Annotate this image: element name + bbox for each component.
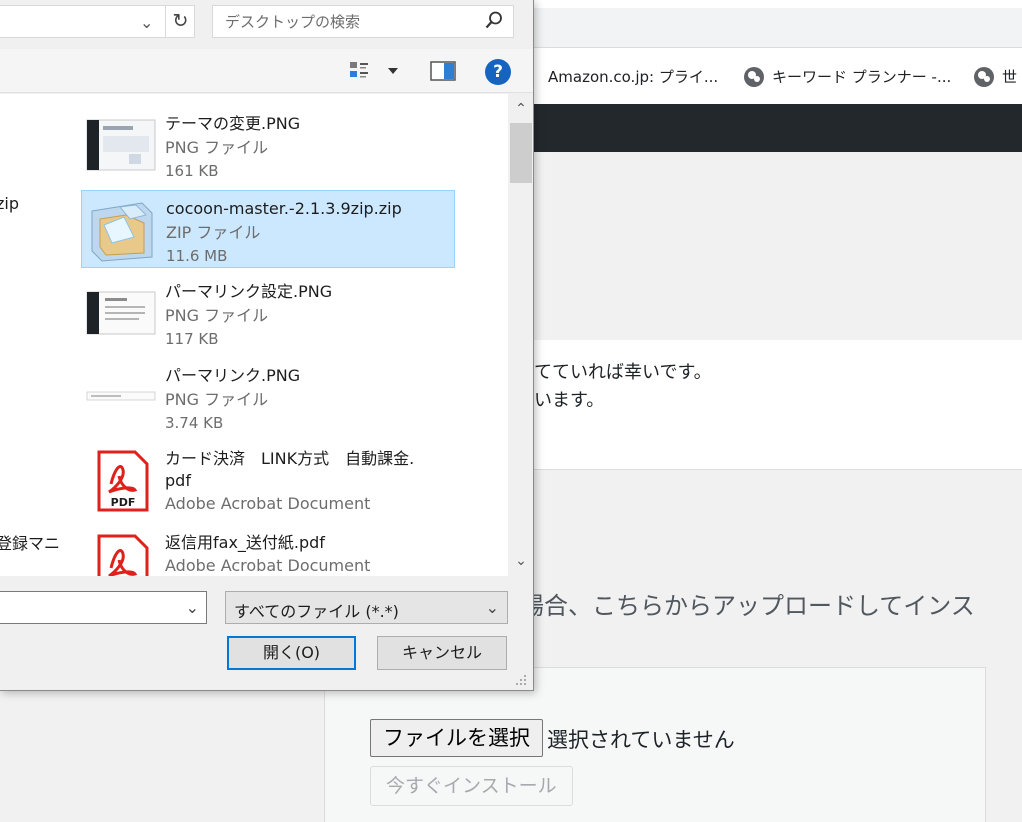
bookmark-label: キーワード プランナー -... [772, 68, 952, 86]
globe-icon [744, 66, 764, 87]
file-name-continued: pdf [165, 471, 191, 490]
resize-grip-icon[interactable] [514, 673, 528, 687]
file-item[interactable]: テーマの変更.PNG PNG ファイル 161 KB [81, 106, 455, 184]
file-item[interactable]: PDF カード決済 LINK方式 自動課金. pdf Adobe Acrobat… [81, 442, 455, 520]
choose-file-button[interactable]: ファイルを選択 [370, 719, 543, 757]
file-name: パーマリンク設定.PNG [165, 282, 333, 301]
refresh-icon[interactable]: ↻ [165, 6, 195, 37]
file-name: テーマの変更.PNG [165, 114, 301, 133]
file-item[interactable]: 返信用fax_送付紙.pdf Adobe Acrobat Document [81, 526, 455, 576]
pdf-icon [97, 534, 149, 576]
chevron-down-icon[interactable]: ⌄ [508, 548, 533, 574]
file-list-scrollbar[interactable]: ⌃ ⌄ [508, 94, 533, 576]
bookmark-amazon[interactable]: Amazon.co.jp: プライ... [548, 66, 718, 87]
wp-admin-bar [534, 104, 1022, 152]
file-name: カード決済 LINK方式 自動課金. [165, 449, 415, 468]
file-type: Adobe Acrobat Document [165, 556, 371, 575]
left-column-text[interactable]: 登録マニ [0, 530, 60, 554]
file-size: 11.6 MB [166, 247, 228, 265]
file-type: PNG ファイル [165, 390, 269, 409]
install-now-button[interactable]: 今すぐインストール [370, 766, 573, 806]
filename-combobox[interactable]: ⌄ [0, 591, 207, 624]
globe-icon [974, 66, 994, 87]
chevron-up-icon[interactable]: ⌃ [508, 96, 533, 122]
cancel-button[interactable]: キャンセル [377, 636, 507, 670]
scrollbar-thumb[interactable] [510, 123, 532, 183]
wp-content-background [534, 152, 1022, 340]
bookmarks-bar: Amazon.co.jp: プライ... キーワード プランナー -... 世 [534, 48, 1022, 104]
open-button[interactable]: 開く(O) [227, 636, 356, 670]
file-size: 117 KB [165, 330, 219, 348]
file-type: PNG ファイル [165, 138, 269, 157]
file-item[interactable]: パーマリンク設定.PNG PNG ファイル 117 KB [81, 274, 455, 352]
file-type: PNG ファイル [165, 306, 269, 325]
svg-text:PDF: PDF [111, 496, 136, 509]
left-column-text[interactable]: zip [0, 194, 19, 213]
pdf-icon: PDF [97, 450, 149, 512]
bookmark-third[interactable]: 世 [974, 66, 1017, 87]
file-name: 返信用fax_送付紙.pdf [165, 533, 325, 552]
png-thumbnail-icon [86, 291, 156, 335]
bookmark-label: 世 [1002, 68, 1018, 86]
file-status-text: 選択されていません [547, 728, 735, 752]
file-open-dialog: ⌄ ↻ ? zip 登録マニ [0, 0, 534, 691]
chevron-down-icon[interactable]: ⌄ [140, 13, 153, 32]
search-icon[interactable] [484, 10, 504, 30]
file-size: 3.74 KB [165, 414, 224, 432]
file-size: 161 KB [165, 162, 219, 180]
bookmark-keyword-planner[interactable]: キーワード プランナー -... [744, 66, 951, 87]
preview-pane-icon[interactable] [430, 60, 458, 82]
dialog-toolbar: ? [0, 49, 533, 93]
file-list: zip 登録マニ テーマの変更.PNG PNG ファイル 161 KB [0, 94, 508, 576]
file-name: cocoon-master.-2.1.3.9zip.zip [166, 199, 402, 218]
file-type: ZIP ファイル [166, 223, 261, 242]
chevron-down-icon[interactable]: ⌄ [186, 598, 199, 617]
help-icon[interactable]: ? [485, 59, 511, 85]
view-options-icon[interactable] [346, 58, 406, 84]
file-type-filter[interactable]: すべてのファイル (*.*) ⌄ [225, 591, 508, 624]
notice-line-1: 立てていれば幸いです。 [516, 362, 712, 383]
file-item[interactable]: パーマリンク.PNG PNG ファイル 3.74 KB [81, 358, 455, 436]
address-bar[interactable]: ⌄ ↻ [0, 5, 195, 38]
filter-value: すべてのファイル (*.*) [234, 602, 399, 621]
browser-tab-strip [534, 0, 1022, 48]
chevron-down-icon: ⌄ [485, 598, 499, 617]
zip-folder-icon [91, 202, 153, 262]
file-type: Adobe Acrobat Document [165, 494, 371, 513]
file-item-selected[interactable]: cocoon-master.-2.1.3.9zip.zip ZIP ファイル 1… [81, 190, 455, 268]
file-name: パーマリンク.PNG [165, 366, 301, 385]
png-thumbnail-icon [86, 391, 156, 401]
search-input[interactable] [213, 6, 478, 37]
search-box [212, 5, 514, 38]
bookmark-label: Amazon.co.jp: プライ... [548, 68, 719, 86]
upload-help-text: 場合、こちらからアップロードしてインス [520, 592, 975, 620]
wp-notice-panel: 立てていれば幸いです。 ざいます。 [516, 340, 1022, 470]
png-thumbnail-icon [86, 119, 156, 171]
